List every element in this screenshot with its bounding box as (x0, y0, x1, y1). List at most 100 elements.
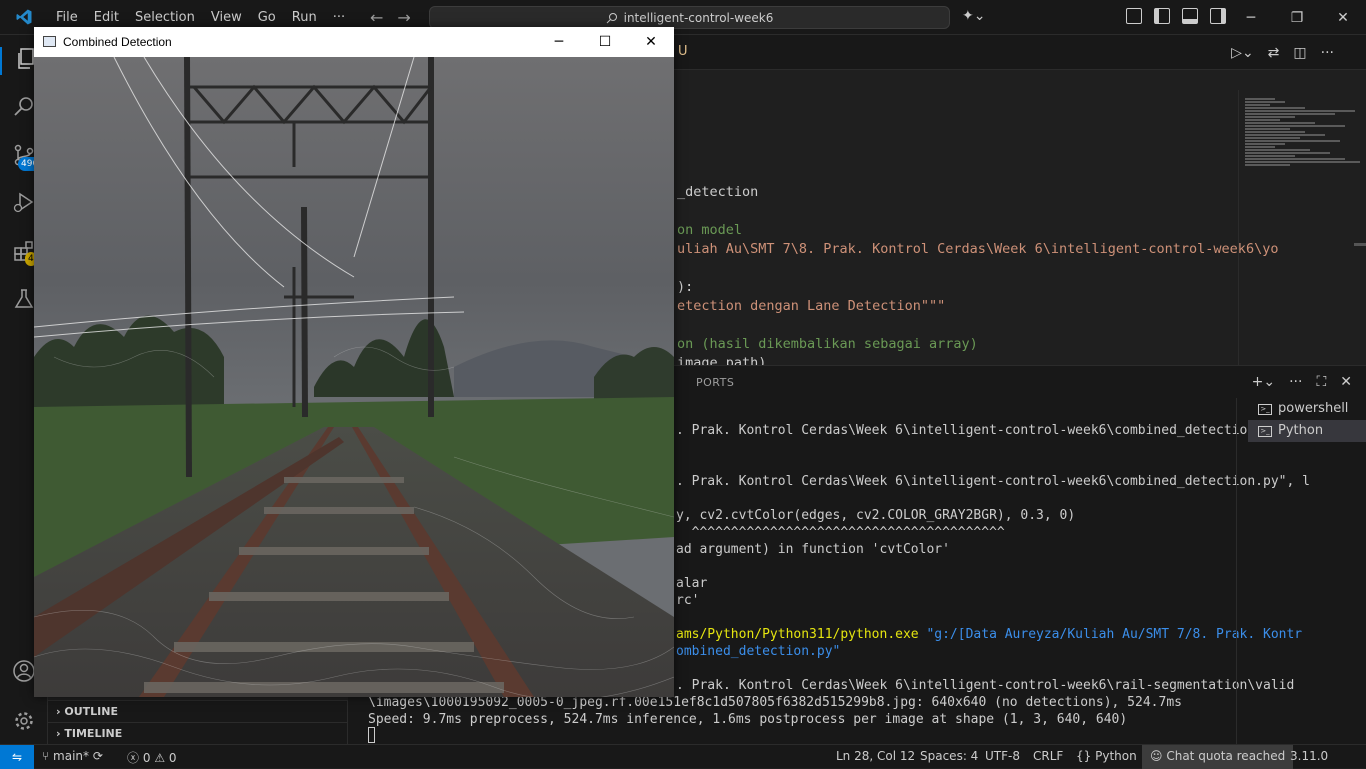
branch-status[interactable]: ⑂ main* ⟳ (42, 749, 103, 763)
search-icon[interactable] (12, 95, 36, 119)
code-line: uliah Au\SMT 7\8. Prak. Kontrol Cerdas\W… (677, 241, 1279, 257)
terminal-line: ^^^^^^^^^^^^^^^^^^^^^^^^^^^^^^^^^^^^^^^^ (676, 524, 1005, 541)
minimap[interactable] (1238, 90, 1366, 365)
minimap-line (1245, 104, 1270, 106)
more-actions-icon[interactable]: ··· (1321, 45, 1334, 61)
code-content[interactable]: _detection on model uliah Au\SMT 7\8. Pr… (674, 70, 1278, 371)
compare-changes-icon[interactable]: ⇄ (1268, 45, 1280, 61)
editor-tab-bar: U ▷⌄ ⇄ ◫ ··· (674, 35, 1366, 70)
cv-maximize-icon[interactable]: ☐ (582, 27, 628, 57)
terminal-item-python[interactable]: >_ Python (1248, 420, 1366, 442)
account-icon[interactable] (12, 659, 36, 683)
terminal-line-text: ams/Python/Python311/python.exe (676, 627, 927, 642)
outline-section[interactable]: › OUTLINE (48, 700, 347, 722)
code-line: etection dengan Lane Detection""" (677, 298, 946, 314)
copilot-status[interactable]: ☺ Chat quota reached (1142, 745, 1294, 769)
editor-tab-status[interactable]: U (678, 44, 688, 59)
language-status[interactable]: {} Python (1076, 749, 1137, 763)
window-controls: ─ ❐ ✕ (1228, 0, 1366, 35)
cv-window-title: Combined Detection (63, 35, 172, 49)
problems-status[interactable]: ⓧ 0 ⚠ 0 (127, 749, 177, 766)
run-python-file-icon[interactable]: ▷⌄ (1231, 45, 1254, 61)
cv-minimize-icon[interactable]: ─ (536, 27, 582, 57)
command-center-text: intelligent-control-week6 (623, 10, 774, 25)
toggle-secondary-sidebar-icon[interactable] (1210, 8, 1226, 24)
eol-status[interactable]: CRLF (1033, 749, 1063, 763)
minimap-line (1245, 137, 1300, 139)
minimap-line (1245, 119, 1280, 121)
git-branch-icon: ⑂ (42, 749, 50, 763)
minimap-line (1245, 140, 1340, 142)
terminal-line: ombined_detection.py" (676, 643, 840, 660)
toggle-panel-icon[interactable] (1182, 8, 1198, 24)
timeline-label: TIMELINE (64, 727, 123, 740)
terminal-item-label: powershell (1278, 401, 1349, 416)
extensions-icon[interactable]: 4 (12, 239, 37, 266)
terminal-line-text: ad argument) in function 'cvtColor' (676, 542, 950, 557)
terminal-cursor (368, 727, 375, 743)
warning-count: 0 (168, 751, 177, 765)
tab-ports[interactable]: PORTS (696, 376, 734, 389)
remote-indicator-icon[interactable]: ⇋ (0, 745, 34, 769)
copilot-icon[interactable]: ✦⌄ (962, 8, 985, 24)
encoding-status[interactable]: UTF-8 (985, 749, 1020, 763)
new-terminal-icon[interactable]: +⌄ (1252, 374, 1275, 390)
terminal-line-text: ombined_detection.py" (676, 644, 841, 659)
terminal-line-text: y, cv2.cvtColor(edges, cv2.COLOR_GRAY2BG… (676, 508, 1076, 523)
braces-icon: {} (1076, 749, 1092, 763)
minimap-line (1245, 164, 1290, 166)
terminal-line-text: ^^^^^^^^^^^^^^^^^^^^^^^^^^^^^^^^^^^^^^^^ (676, 525, 1005, 540)
terminal-line-text: alar (676, 576, 708, 591)
code-line: ): (677, 279, 694, 295)
close-icon[interactable]: ✕ (1320, 0, 1366, 35)
cv-close-icon[interactable]: ✕ (628, 27, 674, 57)
command-center-search[interactable]: intelligent-control-week6 (429, 6, 950, 29)
minimap-line (1245, 110, 1355, 112)
python-version-status[interactable]: 3.11.0 (1290, 749, 1328, 763)
timeline-section[interactable]: › TIMELINE (48, 722, 347, 744)
toggle-sidebar-icon[interactable] (1154, 8, 1170, 24)
warning-icon: ⚠ (154, 751, 166, 765)
terminal-line-text: Speed: 9.7ms preprocess, 524.7ms inferen… (368, 712, 1128, 727)
run-debug-icon[interactable] (12, 191, 36, 215)
more-actions-icon[interactable]: ··· (1289, 374, 1302, 390)
code-line: on (hasil dikembalikan sebagai array) (677, 336, 978, 352)
detection-image (34, 57, 674, 697)
restore-icon[interactable]: ❐ (1274, 0, 1320, 35)
settings-gear-icon[interactable] (12, 709, 36, 733)
editor-actions: ▷⌄ ⇄ ◫ ··· (1231, 45, 1334, 61)
minimap-line (1245, 131, 1305, 133)
combined-detection-window: Combined Detection ─ ☐ ✕ (34, 27, 674, 697)
terminal-item-powershell[interactable]: >_ powershell (1248, 398, 1366, 420)
terminal-scrollbar[interactable] (1236, 398, 1246, 744)
indentation-status[interactable]: Spaces: 4 (920, 749, 978, 763)
code-line: on model (677, 222, 743, 238)
sync-icon[interactable]: ⟳ (93, 749, 103, 763)
minimap-line (1245, 143, 1285, 145)
minimap-line (1245, 116, 1295, 118)
terminal-line: Speed: 9.7ms preprocess, 524.7ms inferen… (368, 711, 1127, 728)
minimap-line (1245, 161, 1360, 163)
toggle-primary-sidebar-icon[interactable] (1126, 8, 1142, 24)
editor-scrollbar-marker[interactable] (1354, 243, 1366, 246)
testing-icon[interactable] (12, 287, 36, 311)
minimap-line (1245, 134, 1325, 136)
source-control-icon[interactable]: 496 (12, 143, 42, 171)
terminal-line: ams/Python/Python311/python.exe "g:/[Dat… (676, 626, 1302, 643)
terminal-line: . Prak. Kontrol Cerdas\Week 6\intelligen… (676, 677, 1294, 694)
terminal-line-text: . Prak. Kontrol Cerdas\Week 6\intelligen… (676, 474, 1310, 489)
chevron-right-icon: › (56, 727, 61, 740)
split-editor-icon[interactable]: ◫ (1293, 45, 1306, 61)
back-arrow-icon[interactable]: ← (370, 8, 383, 27)
cursor-position[interactable]: Ln 28, Col 12 (836, 749, 915, 763)
terminal-item-label: Python (1278, 423, 1324, 438)
minimap-line (1245, 152, 1330, 154)
minimize-icon[interactable]: ─ (1228, 0, 1274, 35)
maximize-panel-icon[interactable]: ⛶ (1316, 374, 1326, 390)
language-label: Python (1095, 749, 1137, 763)
forward-arrow-icon[interactable]: → (397, 8, 410, 27)
close-panel-icon[interactable]: ✕ (1340, 374, 1352, 390)
copilot-icon: ☺ (1150, 749, 1163, 763)
cv-window-titlebar[interactable]: Combined Detection ─ ☐ ✕ (34, 27, 674, 57)
minimap-line (1245, 113, 1335, 115)
